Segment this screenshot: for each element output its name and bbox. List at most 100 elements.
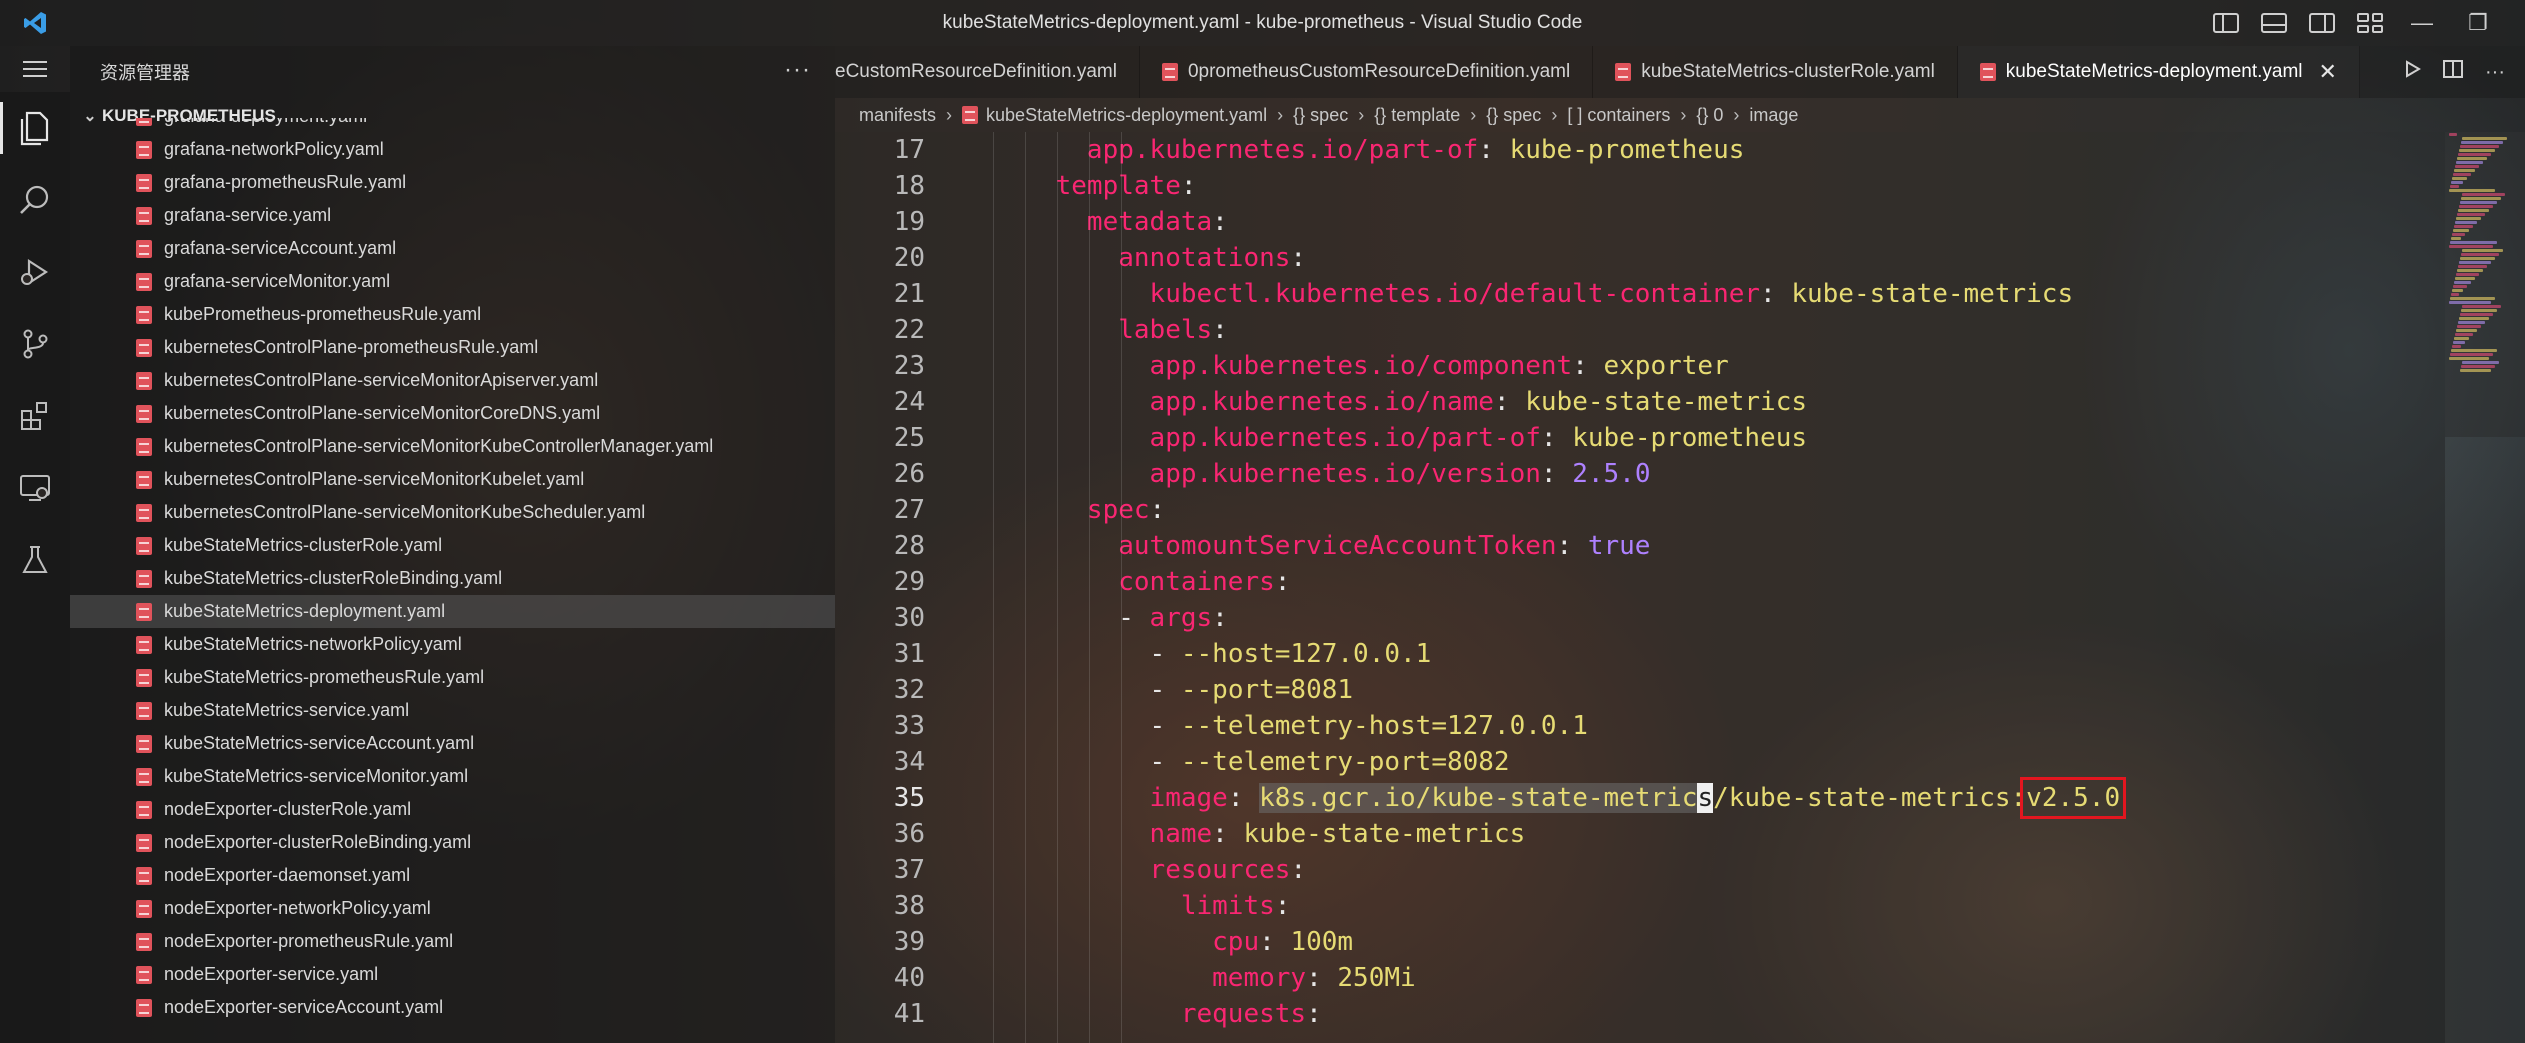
file-item[interactable]: nodeExporter-clusterRole.yaml	[70, 793, 835, 826]
run-debug-icon[interactable]	[0, 236, 70, 308]
more-actions-icon[interactable]: ···	[784, 56, 811, 84]
file-item[interactable]: kubeStateMetrics-prometheusRule.yaml	[70, 661, 835, 694]
close-icon[interactable]: ✕	[2319, 59, 2337, 85]
file-item[interactable]: kubernetesControlPlane-serviceMonitorApi…	[70, 364, 835, 397]
minimap[interactable]	[2445, 132, 2525, 437]
file-item[interactable]: kubernetesControlPlane-serviceMonitorCor…	[70, 397, 835, 430]
code-line[interactable]: 17 app.kubernetes.io/part-of: kube-prome…	[835, 132, 2445, 168]
remote-explorer-icon[interactable]	[0, 452, 70, 524]
code-line[interactable]: 21 kubectl.kubernetes.io/default-contain…	[835, 276, 2445, 312]
breadcrumb-item[interactable]: manifests	[859, 105, 936, 126]
file-item[interactable]: kubernetesControlPlane-serviceMonitorKub…	[70, 463, 835, 496]
minimap-line	[2451, 293, 2459, 296]
breadcrumb-item[interactable]: {} 0	[1696, 105, 1723, 126]
toggle-primary-sidebar-icon[interactable]	[2213, 13, 2239, 33]
file-item[interactable]: kubeStateMetrics-serviceMonitor.yaml	[70, 760, 835, 793]
code-line[interactable]: 38 limits:	[835, 888, 2445, 924]
file-item[interactable]: kubeStateMetrics-clusterRole.yaml	[70, 529, 835, 562]
yaml-file-icon	[136, 338, 152, 357]
file-item[interactable]: nodeExporter-serviceAccount.yaml	[70, 991, 835, 1024]
file-item[interactable]: kubeStateMetrics-networkPolicy.yaml	[70, 628, 835, 661]
file-item[interactable]: nodeExporter-clusterRoleBinding.yaml	[70, 826, 835, 859]
breadcrumb-item[interactable]: [ ] containers	[1567, 105, 1670, 126]
tab-custom-resource-definition[interactable]: eCustomResourceDefinition.yaml	[835, 46, 1140, 98]
testing-flask-icon[interactable]	[0, 524, 70, 596]
code-editor[interactable]: 17 app.kubernetes.io/part-of: kube-prome…	[835, 132, 2445, 1043]
code-line[interactable]: 39 cpu: 100m	[835, 924, 2445, 960]
breadcrumb-item[interactable]: image	[1749, 105, 1798, 126]
more-actions-icon[interactable]: ···	[2485, 61, 2505, 84]
yaml-file-icon	[136, 569, 152, 588]
breadcrumb-item[interactable]: {} spec	[1293, 105, 1348, 126]
code-line[interactable]: 18 template:	[835, 168, 2445, 204]
restore-button[interactable]: ❐	[2461, 10, 2495, 36]
search-icon[interactable]	[0, 164, 70, 236]
code-line[interactable]: 23 app.kubernetes.io/component: exporter	[835, 348, 2445, 384]
code-line[interactable]: 19 metadata:	[835, 204, 2445, 240]
toggle-secondary-sidebar-icon[interactable]	[2309, 13, 2335, 33]
minimap-line	[2450, 185, 2459, 188]
yaml-dash: -	[1118, 603, 1150, 633]
customize-layout-icon[interactable]	[2357, 13, 2383, 33]
code-line[interactable]: 40 memory: 250Mi	[835, 960, 2445, 996]
file-item[interactable]: kubernetesControlPlane-serviceMonitorKub…	[70, 496, 835, 529]
code-line[interactable]: 33 - --telemetry-host=127.0.0.1	[835, 708, 2445, 744]
code-line[interactable]: 41 requests:	[835, 996, 2445, 1032]
breadcrumb-item[interactable]: {} spec	[1486, 105, 1541, 126]
breadcrumb-item[interactable]: {} template	[1374, 105, 1460, 126]
code-line[interactable]: 35 image: k8s.gcr.io/kube-state-metrics/…	[835, 777, 2445, 819]
file-item[interactable]: kubeStateMetrics-service.yaml	[70, 694, 835, 727]
yaml-file-icon	[136, 866, 152, 885]
minimize-button[interactable]: —	[2405, 10, 2439, 36]
code-line[interactable]: 20 annotations:	[835, 240, 2445, 276]
code-line[interactable]: 26 app.kubernetes.io/version: 2.5.0	[835, 456, 2445, 492]
file-item[interactable]: nodeExporter-daemonset.yaml	[70, 859, 835, 892]
minimap-line	[2462, 361, 2499, 364]
file-item[interactable]: nodeExporter-networkPolicy.yaml	[70, 892, 835, 925]
yaml-value: 250Mi	[1337, 963, 1416, 993]
code-line[interactable]: 36 name: kube-state-metrics	[835, 816, 2445, 852]
code-content: kubectl.kubernetes.io/default-container:…	[993, 276, 2074, 312]
file-item[interactable]: kubeStateMetrics-clusterRoleBinding.yaml	[70, 562, 835, 595]
hamburger-menu-icon[interactable]	[0, 46, 70, 92]
tab-prometheus-crd[interactable]: 0prometheusCustomResourceDefinition.yaml	[1140, 46, 1594, 98]
tab-deployment[interactable]: kubeStateMetrics-deployment.yaml ✕	[1957, 46, 2360, 98]
code-line[interactable]: 32 - --port=8081	[835, 672, 2445, 708]
file-item[interactable]: kubernetesControlPlane-prometheusRule.ya…	[70, 331, 835, 364]
file-item[interactable]: kubeStateMetrics-serviceAccount.yaml	[70, 727, 835, 760]
file-item[interactable]: kubeStateMetrics-deployment.yaml	[70, 595, 835, 628]
code-line[interactable]: 22 labels:	[835, 312, 2445, 348]
file-item[interactable]: grafana-serviceAccount.yaml	[70, 232, 835, 265]
minimap-line	[2452, 177, 2467, 180]
code-line[interactable]: 34 - --telemetry-port=8082	[835, 744, 2445, 780]
file-item[interactable]: nodeExporter-prometheusRule.yaml	[70, 925, 835, 958]
code-line[interactable]: 25 app.kubernetes.io/part-of: kube-prome…	[835, 420, 2445, 456]
file-item[interactable]: kubernetesControlPlane-serviceMonitorKub…	[70, 430, 835, 463]
code-line[interactable]: 30 - args:	[835, 600, 2445, 636]
toggle-panel-icon[interactable]	[2261, 13, 2287, 33]
indent-guide	[1121, 132, 1122, 1043]
file-item[interactable]: kubePrometheus-prometheusRule.yaml	[70, 298, 835, 331]
file-item[interactable]: grafana-service.yaml	[70, 199, 835, 232]
file-item[interactable]: grafana-serviceMonitor.yaml	[70, 265, 835, 298]
split-editor-icon[interactable]	[2443, 60, 2464, 84]
code-line[interactable]: 37 resources:	[835, 852, 2445, 888]
code-line[interactable]: 29 containers:	[835, 564, 2445, 600]
source-control-icon[interactable]	[0, 308, 70, 380]
extensions-icon[interactable]	[0, 380, 70, 452]
file-item[interactable]: nodeExporter-service.yaml	[70, 958, 835, 991]
yaml-file-icon	[1161, 63, 1178, 81]
file-item[interactable]: grafana-prometheusRule.yaml	[70, 166, 835, 199]
tab-cluster-role[interactable]: kubeStateMetrics-clusterRole.yaml	[1593, 46, 1958, 98]
file-item[interactable]: grafana-networkPolicy.yaml	[70, 133, 835, 166]
file-item[interactable]: grafana-deployment.yaml	[70, 118, 835, 133]
explorer-icon[interactable]	[0, 92, 70, 164]
code-line[interactable]: 24 app.kubernetes.io/name: kube-state-me…	[835, 384, 2445, 420]
code-line[interactable]: 28 automountServiceAccountToken: true	[835, 528, 2445, 564]
yaml-file-icon	[136, 371, 152, 390]
code-line[interactable]: 31 - --host=127.0.0.1	[835, 636, 2445, 672]
breadcrumb-item[interactable]: kubeStateMetrics-deployment.yaml	[986, 105, 1267, 126]
run-icon[interactable]	[2403, 60, 2422, 84]
code-line[interactable]: 27 spec:	[835, 492, 2445, 528]
